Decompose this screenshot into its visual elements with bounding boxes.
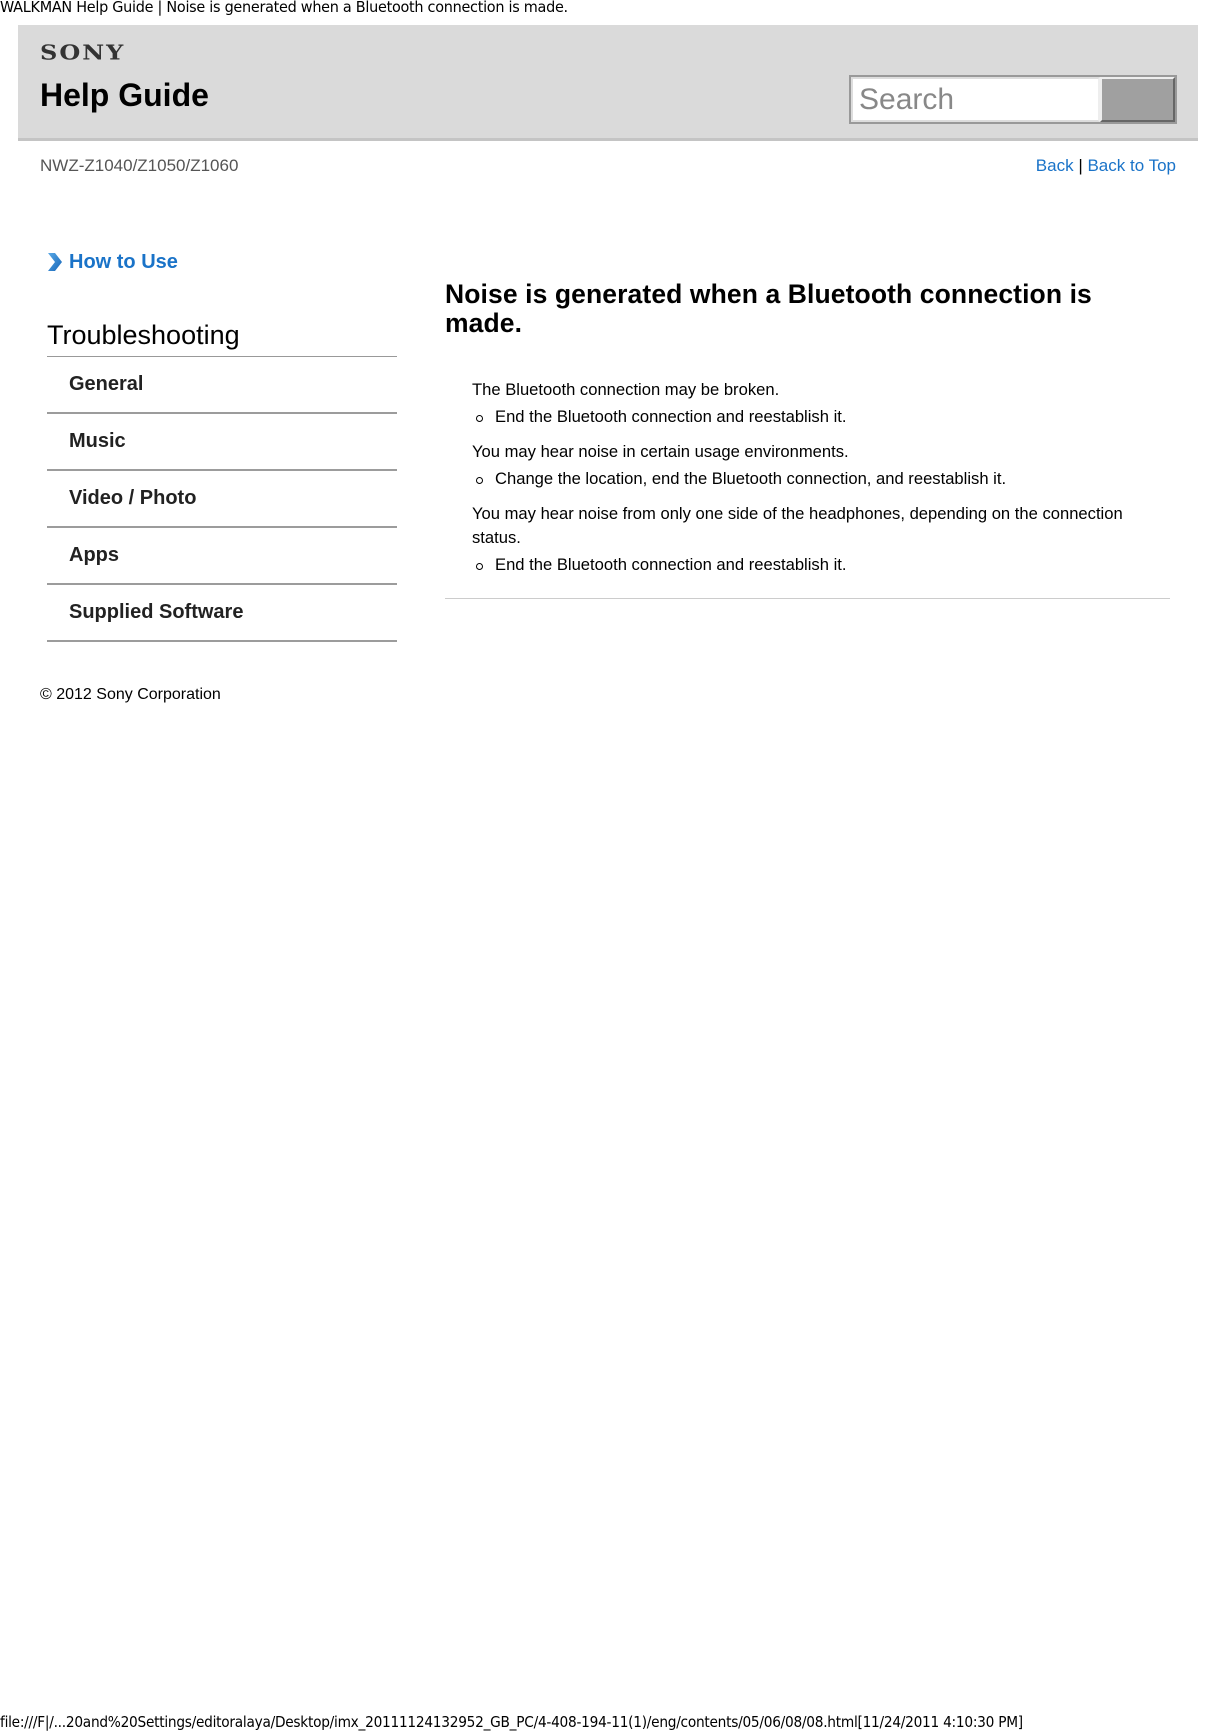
remedy-list: End the Bluetooth connection and reestab… [472,405,1170,429]
bullet-icon [476,477,483,484]
bullet-icon [476,563,483,570]
remedy-text: End the Bluetooth connection and reestab… [495,555,847,574]
article-heading: Noise is generated when a Bluetooth conn… [445,279,1092,338]
header: SONY Help Guide [18,25,1198,141]
remedy-item: End the Bluetooth connection and reestab… [472,405,1170,429]
document-title: WALKMAN Help Guide | Noise is generated … [0,0,568,16]
search-form [849,75,1177,124]
top-nav: Back | Back to Top [1036,156,1176,176]
section-title: Troubleshooting [47,320,397,357]
remedy-item: Change the location, end the Bluetooth c… [472,467,1170,491]
how-to-use-label[interactable]: How to Use [69,251,178,274]
remedy-list: Change the location, end the Bluetooth c… [472,467,1170,491]
sidebar: How to Use Troubleshooting General Music… [47,250,397,642]
cause-text: The Bluetooth connection may be broken. [472,380,780,399]
cause-text: You may hear noise in certain usage envi… [472,442,849,461]
sony-logo: SONY [40,40,126,65]
back-link[interactable]: Back [1036,156,1074,175]
how-to-use-link[interactable]: How to Use [47,250,397,274]
article-body: The Bluetooth connection may be broken. … [445,378,1170,577]
remedy-list: End the Bluetooth connection and reestab… [472,553,1170,577]
article: Noise is generated when a Bluetooth conn… [445,280,1170,588]
back-to-top-link[interactable]: Back to Top [1087,156,1176,175]
copyright: © 2012 Sony Corporation [40,686,221,703]
nav-separator: | [1078,156,1083,175]
remedy-text: Change the location, end the Bluetooth c… [495,469,1007,488]
page-title: Help Guide [40,77,209,113]
sidebar-item-music[interactable]: Music [47,414,397,471]
sidebar-item-general[interactable]: General [47,357,397,414]
sidebar-item-video-photo[interactable]: Video / Photo [47,471,397,528]
sidebar-menu: General Music Video / Photo Apps Supplie… [47,357,397,642]
chevron-right-icon [48,253,62,271]
remedy-text: End the Bluetooth connection and reestab… [495,407,847,426]
search-input[interactable] [851,77,1100,122]
sidebar-item-apps[interactable]: Apps [47,528,397,585]
sidebar-item-supplied-software[interactable]: Supplied Software [47,585,397,642]
content-divider [445,598,1170,599]
footer-file-path: file:///F|/...20and%20Settings/editorala… [0,1713,1023,1731]
model-number: NWZ-Z1040/Z1050/Z1060 [40,156,239,175]
search-button[interactable] [1100,77,1175,122]
bullet-icon [476,415,483,422]
remedy-item: End the Bluetooth connection and reestab… [472,553,1170,577]
cause-text: You may hear noise from only one side of… [472,504,1123,547]
